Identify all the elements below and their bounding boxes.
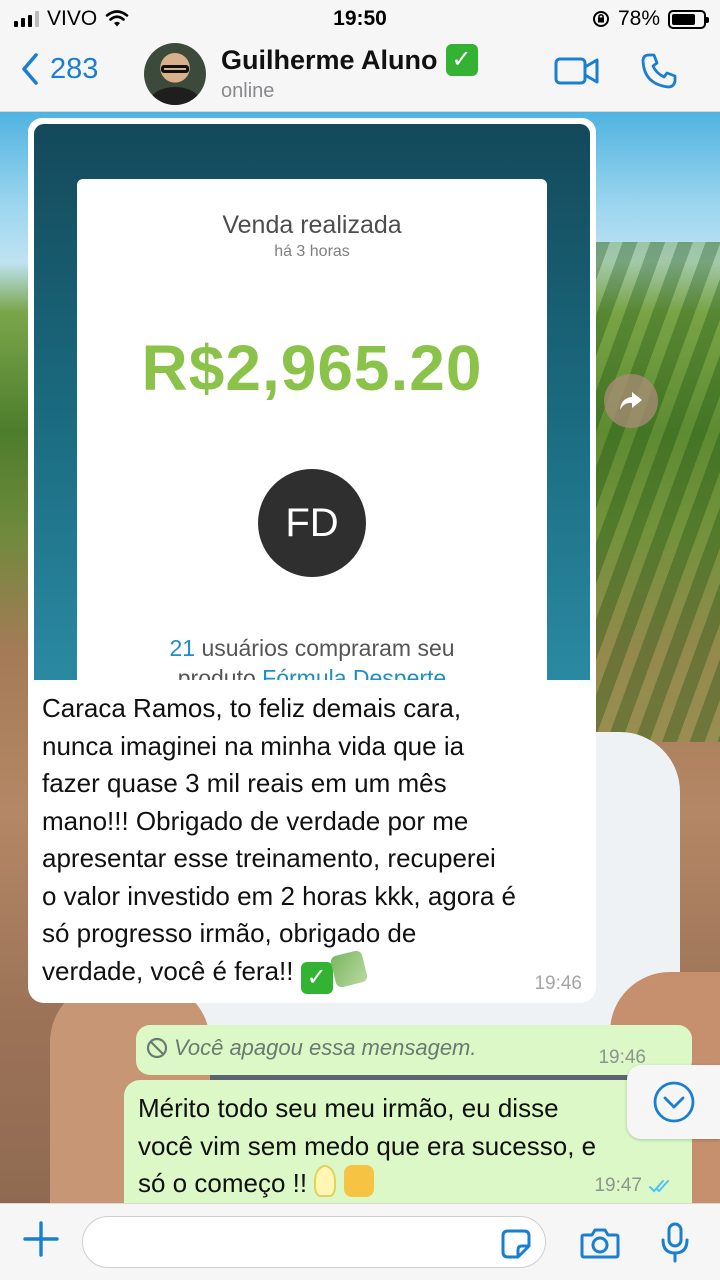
attach-button[interactable] <box>22 1220 60 1263</box>
incoming-message[interactable]: Caraca Ramos, to feliz demais cara, nunc… <box>28 680 596 1003</box>
voice-call-button[interactable] <box>640 52 678 95</box>
message-time: 19:47 <box>594 1175 642 1196</box>
deleted-message-text: Você apagou essa mensagem. <box>174 1035 477 1060</box>
chevron-left-icon <box>22 53 38 85</box>
sticker-button[interactable] <box>500 1228 532 1265</box>
voice-note-button[interactable] <box>660 1222 690 1269</box>
microphone-icon <box>661 1222 689 1263</box>
back-button[interactable]: 283 <box>20 52 98 86</box>
forward-arrow-icon <box>620 392 642 410</box>
product-initials-avatar: FD <box>258 469 366 577</box>
double-check-icon <box>649 1180 669 1193</box>
prohibited-icon <box>146 1037 168 1059</box>
message-text: Caraca Ramos, to feliz demais cara, nunc… <box>42 690 582 994</box>
chat-area[interactable]: Venda realizada há 3 horas R$2,965.20 FD… <box>0 112 720 1203</box>
message-input[interactable] <box>82 1216 546 1268</box>
unread-count: 283 <box>50 52 99 85</box>
status-right: 78% <box>592 7 709 31</box>
contact-name-text: Guilherme Aluno <box>221 44 438 75</box>
card-description: 21 usuários compraram seu <box>77 635 547 662</box>
buyers-text: usuários compraram seu <box>201 635 455 661</box>
plus-icon <box>23 1221 59 1257</box>
video-call-button[interactable] <box>554 56 600 91</box>
buyers-count: 21 <box>169 635 196 661</box>
light-bulb-icon <box>314 1165 337 1197</box>
avatar-glasses <box>161 65 189 73</box>
sale-card: Venda realizada há 3 horas R$2,965.20 FD… <box>77 179 547 686</box>
message-time: 19:46 <box>534 973 582 994</box>
message-meta: 19:47 <box>594 1175 678 1197</box>
card-subtitle: há 3 horas <box>274 243 350 260</box>
chevron-down-circle-icon <box>653 1081 694 1123</box>
image-screenshot[interactable]: Venda realizada há 3 horas R$2,965.20 FD… <box>34 124 590 686</box>
deleted-message[interactable]: Você apagou essa mensagem. 19:46 <box>136 1025 692 1075</box>
camera-icon <box>580 1228 620 1259</box>
chat-header: 283 Guilherme Aluno ✓ online <box>0 38 720 112</box>
scroll-to-bottom-button[interactable] <box>627 1065 720 1139</box>
incoming-message-text: Caraca Ramos, to feliz demais cara, nunc… <box>42 693 517 986</box>
contact-status: online <box>221 80 275 102</box>
card-title: Venda realizada <box>222 211 402 239</box>
rotation-lock-icon <box>592 11 609 27</box>
avatar-shirt <box>150 87 200 105</box>
phone-icon <box>641 53 677 89</box>
battery-level <box>672 13 696 25</box>
wallpaper-field <box>595 242 720 742</box>
camera-button[interactable] <box>580 1226 620 1265</box>
battery-percent: 78% <box>617 7 660 30</box>
check-box-icon: ✓ <box>445 44 478 76</box>
forward-button[interactable] <box>604 374 658 428</box>
contact-name[interactable]: Guilherme Aluno ✓ <box>221 44 478 76</box>
battery-icon <box>668 9 709 29</box>
avatar[interactable] <box>144 43 206 105</box>
card-amount: R$2,965.20 <box>141 332 483 404</box>
status-bar: VIVO 19:50 78% <box>0 0 720 38</box>
check-box-icon: ✓ <box>300 961 333 994</box>
thumbs-up-icon <box>343 1165 374 1197</box>
video-camera-icon <box>554 57 599 85</box>
sticker-icon <box>501 1229 531 1259</box>
image-message[interactable]: Venda realizada há 3 horas R$2,965.20 FD… <box>28 118 596 686</box>
money-with-wings-icon <box>329 949 369 988</box>
outgoing-message[interactable]: Mérito todo seu meu irmão, eu disse você… <box>124 1080 692 1203</box>
input-bar <box>0 1203 720 1280</box>
